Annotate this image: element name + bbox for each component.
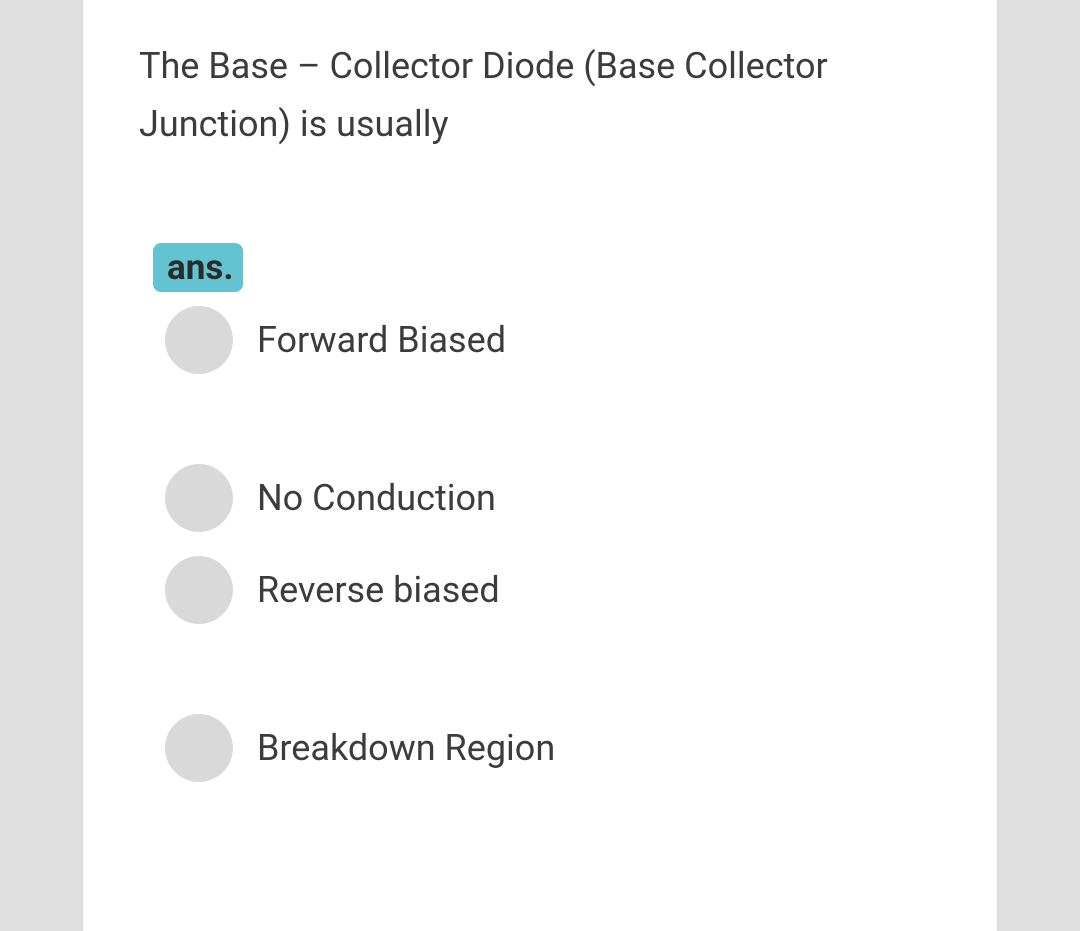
question-card: The Base – Collector Diode (Base Collect… bbox=[83, 0, 997, 931]
option-label: Forward Biased bbox=[257, 319, 506, 361]
option-row[interactable]: Reverse biased bbox=[165, 556, 941, 624]
options-list: Forward Biased No Conduction Reverse bia… bbox=[139, 306, 941, 782]
radio-icon[interactable] bbox=[165, 556, 233, 624]
question-text: The Base – Collector Diode (Base Collect… bbox=[139, 38, 941, 153]
option-row[interactable]: No Conduction bbox=[165, 464, 941, 532]
option-label: Reverse biased bbox=[257, 569, 500, 611]
option-label: No Conduction bbox=[257, 477, 496, 519]
option-row[interactable]: Breakdown Region bbox=[165, 714, 941, 782]
answer-label: ans. bbox=[153, 243, 243, 292]
option-row[interactable]: Forward Biased bbox=[165, 306, 941, 374]
radio-icon[interactable] bbox=[165, 464, 233, 532]
option-label: Breakdown Region bbox=[257, 727, 555, 769]
radio-icon[interactable] bbox=[165, 714, 233, 782]
radio-icon[interactable] bbox=[165, 306, 233, 374]
